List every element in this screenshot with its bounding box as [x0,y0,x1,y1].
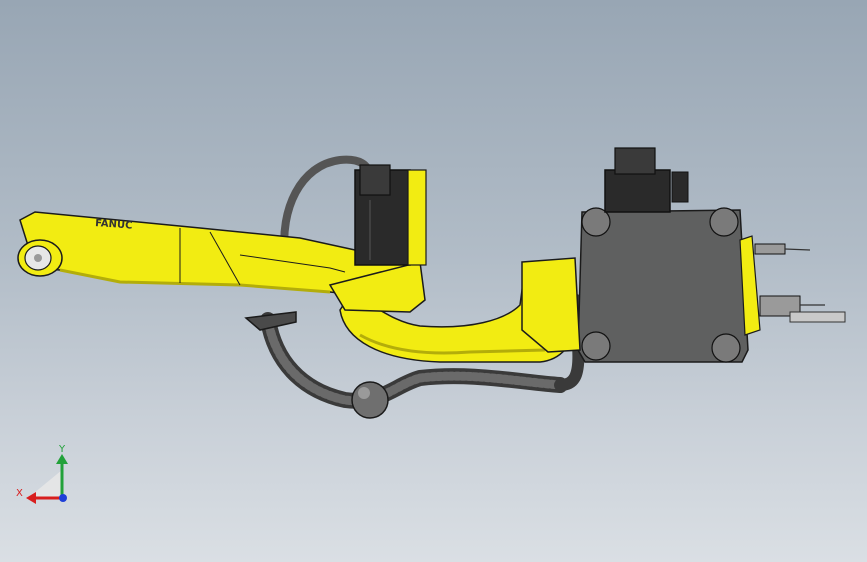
cad-viewport[interactable]: FANUC Y X [0,0,867,562]
x-axis-arrow [26,492,36,504]
y-axis-label: Y [58,444,66,455]
x-axis-label: X [16,488,23,499]
axis-triad: Y X [16,444,68,504]
y-axis-arrow [56,454,68,464]
z-axis-dot [59,494,67,502]
